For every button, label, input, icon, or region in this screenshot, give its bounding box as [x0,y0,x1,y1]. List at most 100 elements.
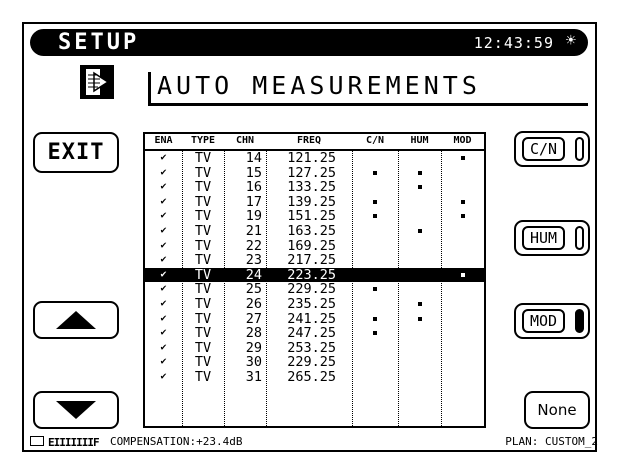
hum-marker-cell [398,224,441,239]
none-button[interactable]: None [524,391,590,429]
ena-cell: ✔ [160,370,167,382]
title-bar: SETUP 12:43:59 ☀ [30,29,588,56]
cn-marker-cell [352,355,398,370]
cn-marker-cell [352,341,398,356]
hum-marker-cell [398,151,441,166]
mod-marker-cell [441,355,484,370]
mod-marker [460,272,465,277]
hum-toggle-button[interactable]: HUM [514,220,590,256]
cn-marker-cell [352,268,398,283]
mod-marker-cell [441,209,484,224]
battery-icon [30,436,44,446]
type-cell: TV [194,266,212,283]
cn-marker [373,331,377,336]
type-cell: TV [194,325,212,342]
frequency-cell: 139.25 [287,193,336,210]
hum-marker-cell [398,195,441,210]
channel-cell: 15 [245,164,262,181]
mod-marker-cell [441,268,484,283]
hum-marker-cell [398,209,441,224]
table-body: ✔ TV 14 121.25 ✔ TV 15 127.25 ✔ TV 16 133.25 ✔ TV 17 13… [145,151,484,426]
cn-marker-cell [352,151,398,166]
type-cell: TV [194,295,212,312]
mod-toggle-button[interactable]: MOD [514,303,590,339]
channel-cell: 26 [245,295,262,312]
hum-marker-cell [398,370,441,385]
frequency-cell: 241.25 [287,310,336,327]
table-row[interactable]: ✔ TV 22 169.25 [145,238,484,254]
type-cell: TV [194,339,212,356]
measurements-table: ENA TYPE CHN FREQ C/N HUM MOD ✔ TV 14 121.2… [143,132,486,428]
hum-toggle-indicator [575,226,584,250]
mod-marker-cell [441,253,484,268]
channel-cell: 14 [245,150,262,166]
table-row[interactable]: ✔ TV 15 127.25 [145,164,484,181]
cn-marker-cell [352,166,398,181]
channel-cell: 16 [245,179,262,196]
hum-marker-cell [398,253,441,268]
hum-marker-cell [398,341,441,356]
cn-marker [373,170,377,175]
cn-marker-cell [352,312,398,327]
frequency-cell: 247.25 [287,325,336,342]
compensation-readout: COMPENSATION:+23.4dB [110,435,243,448]
table-row[interactable]: ✔ TV 26 235.25 [145,297,484,312]
frequency-cell: 229.25 [287,354,336,371]
page-title: AUTO MEASUREMENTS [148,72,588,106]
exit-button[interactable]: EXIT [33,132,119,173]
frequency-cell: 217.25 [287,252,336,269]
channel-cell: 27 [245,310,262,327]
frequency-cell: 133.25 [287,179,336,196]
mod-button-label: MOD [522,309,566,333]
ena-cell: ✔ [160,283,167,295]
channel-cell: 31 [245,368,262,385]
table-row[interactable]: ✔ TV 19 151.25 [145,209,484,224]
mod-marker-cell [441,370,484,385]
type-cell: TV [194,252,212,269]
table-row[interactable]: ✔ TV 14 121.25 [145,151,484,166]
ena-cell: ✔ [160,152,167,163]
cn-marker [373,214,377,219]
type-cell: TV [194,281,212,298]
mod-marker [460,214,465,219]
cn-marker-cell [352,253,398,268]
column-header-cn: C/N [365,135,385,146]
ena-cell: ✔ [160,166,167,178]
ena-cell: ✔ [160,195,167,207]
hum-marker-cell [398,180,441,195]
table-row[interactable]: ✔ TV 24 223.25 [145,268,484,283]
hum-marker [417,170,422,175]
table-row[interactable]: ✔ TV 21 163.25 [145,224,484,239]
table-row[interactable]: ✔ TV 30 229.25 [145,355,484,370]
table-row[interactable]: ✔ TV 31 265.25 [145,370,484,385]
mod-marker-cell [441,282,484,297]
mod-marker-cell [441,239,484,254]
column-header-mod: MOD [453,135,472,146]
table-row[interactable]: ✔ TV 25 229.25 [145,282,484,297]
ena-cell: ✔ [160,341,167,353]
ena-cell: ✔ [160,327,167,339]
mod-marker-cell [441,341,484,356]
scroll-down-button[interactable] [33,391,119,429]
table-row[interactable]: ✔ TV 27 241.25 [145,310,484,327]
cn-toggle-button[interactable]: C/N [514,131,590,167]
column-header-chn: CHN [235,135,255,146]
frequency-cell: 151.25 [287,208,336,225]
type-cell: TV [194,310,212,327]
column-header-type: TYPE [190,135,216,146]
table-row[interactable]: ✔ TV 28 247.25 [145,326,484,341]
table-row[interactable]: ✔ TV 16 133.25 [145,180,484,195]
channel-cell: 17 [245,193,262,210]
ena-cell: ✔ [160,224,167,236]
ena-cell: ✔ [160,312,167,324]
scroll-up-button[interactable] [33,301,119,339]
menu-arrow-icon[interactable] [80,65,114,99]
type-cell: TV [194,164,212,181]
table-row[interactable]: ✔ TV 23 217.25 [145,253,484,268]
ena-cell: ✔ [160,181,167,193]
screen-title: SETUP [58,30,140,55]
table-row[interactable]: ✔ TV 29 253.25 [145,341,484,356]
channel-cell: 30 [245,354,262,371]
table-row[interactable]: ✔ TV 17 139.25 [145,195,484,210]
frequency-cell: 265.25 [287,368,336,385]
